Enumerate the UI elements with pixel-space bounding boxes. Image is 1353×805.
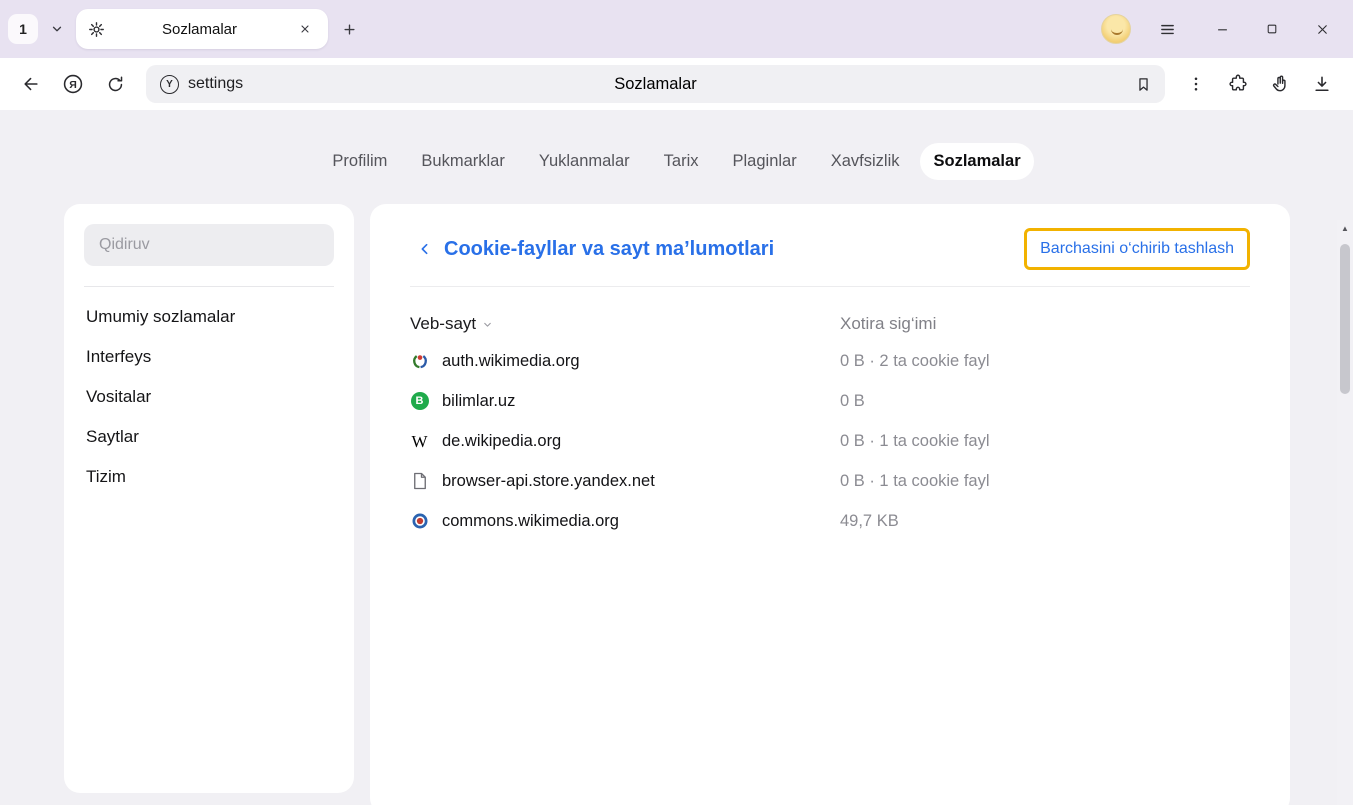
sidebar-item-vositalar[interactable]: Vositalar xyxy=(64,377,354,417)
sidebar-item-interfeys[interactable]: Interfeys xyxy=(64,337,354,377)
scrollbar-track[interactable] xyxy=(1337,236,1353,805)
sidebar-item-umumiy-sozlamalar[interactable]: Umumiy sozlamalar xyxy=(64,297,354,337)
tab-close-icon[interactable] xyxy=(294,18,316,40)
reload-icon[interactable] xyxy=(96,65,134,103)
nav-tab-sozlamalar[interactable]: Sozlamalar xyxy=(920,143,1033,180)
bilimlar-favicon: B xyxy=(410,392,429,411)
site-size: 0 B · 1 ta cookie fayl xyxy=(840,432,990,451)
column-header-size: Xotira sig‘imi xyxy=(840,314,936,334)
tab-group-button[interactable]: 1 xyxy=(8,14,38,44)
site-size: 0 B · 2 ta cookie fayl xyxy=(840,352,990,371)
back-icon[interactable] xyxy=(12,65,50,103)
sidebar-item-saytlar[interactable]: Saytlar xyxy=(64,417,354,457)
maximize-button[interactable] xyxy=(1249,9,1295,49)
new-tab-button[interactable] xyxy=(334,14,364,44)
downloads-icon[interactable] xyxy=(1303,65,1341,103)
settings-page: Profilim Bukmarklar Yuklanmalar Tarix Pl… xyxy=(0,110,1353,805)
cards-row: Umumiy sozlamalar Interfeys Vositalar Sa… xyxy=(0,182,1353,805)
panel-header: Cookie-fayllar va sayt ma’lumotlari Barc… xyxy=(410,228,1250,270)
panel-back-chevron-icon[interactable] xyxy=(410,234,440,264)
sidebar-divider xyxy=(84,286,334,287)
table-row[interactable]: commons.wikimedia.org 49,7 KB xyxy=(410,501,1250,541)
scrollbar[interactable]: ▲ ▼ xyxy=(1337,220,1353,805)
hand-gesture-icon[interactable] xyxy=(1261,65,1299,103)
toolbar: Я Y settings Sozlamalar xyxy=(0,58,1353,110)
site-size: 0 B xyxy=(840,392,865,411)
nav-tab-plaginlar[interactable]: Plaginlar xyxy=(720,143,810,180)
settings-top-nav: Profilim Bukmarklar Yuklanmalar Tarix Pl… xyxy=(0,110,1353,182)
tab-strip: 1 Sozlamalar xyxy=(0,0,1353,58)
column-header-site-label: Veb-sayt xyxy=(410,314,476,334)
site-size: 49,7 KB xyxy=(840,512,899,531)
panel-title: Cookie-fayllar va sayt ma’lumotlari xyxy=(444,238,774,261)
sidebar-item-tizim[interactable]: Tizim xyxy=(64,457,354,497)
extensions-puzzle-icon[interactable] xyxy=(1219,65,1257,103)
nav-tab-tarix[interactable]: Tarix xyxy=(651,143,712,180)
site-name: bilimlar.uz xyxy=(442,392,515,411)
nav-tab-yuklanmalar[interactable]: Yuklanmalar xyxy=(526,143,643,180)
scrollbar-thumb[interactable] xyxy=(1340,244,1350,394)
tab-list-chevron-icon[interactable] xyxy=(44,16,70,42)
site-name: de.wikipedia.org xyxy=(442,432,561,451)
menu-icon[interactable] xyxy=(1149,11,1185,47)
delete-all-button[interactable]: Barchasini o‘chirib tashlash xyxy=(1024,228,1250,270)
close-button[interactable] xyxy=(1299,9,1345,49)
document-icon xyxy=(410,472,429,491)
site-info-chip[interactable]: Y settings xyxy=(160,75,243,94)
nav-tab-xavfsizlik[interactable]: Xavfsizlik xyxy=(818,143,913,180)
address-value: settings xyxy=(188,75,243,93)
profile-avatar[interactable] xyxy=(1101,14,1131,44)
table-row[interactable]: B bilimlar.uz 0 B xyxy=(410,381,1250,421)
panel-divider xyxy=(410,286,1250,287)
table-row[interactable]: auth.wikimedia.org 0 B · 2 ta cookie fay… xyxy=(410,341,1250,381)
more-options-icon[interactable] xyxy=(1177,65,1215,103)
column-header-site[interactable]: Veb-sayt xyxy=(410,314,840,334)
wikimedia-logo-icon xyxy=(410,352,429,371)
table-row[interactable]: W de.wikipedia.org 0 B · 1 ta cookie fay… xyxy=(410,421,1250,461)
yandex-logo-icon[interactable]: Я xyxy=(54,65,92,103)
tab-group-label: 1 xyxy=(19,21,27,37)
nav-tab-profilim[interactable]: Profilim xyxy=(319,143,400,180)
table-row[interactable]: browser-api.store.yandex.net 0 B · 1 ta … xyxy=(410,461,1250,501)
address-bar[interactable]: Y settings Sozlamalar xyxy=(146,65,1165,103)
nav-tab-bukmarklar[interactable]: Bukmarklar xyxy=(408,143,517,180)
site-icon: Y xyxy=(160,75,179,94)
sort-chevron-icon xyxy=(482,319,493,330)
site-size: 0 B · 1 ta cookie fayl xyxy=(840,472,990,491)
gear-icon xyxy=(88,21,105,38)
site-name: auth.wikimedia.org xyxy=(442,352,580,371)
table-header: Veb-sayt Xotira sig‘imi xyxy=(410,307,1250,341)
search-input[interactable] xyxy=(84,224,334,266)
delete-all-label: Barchasini o‘chirib tashlash xyxy=(1040,240,1234,257)
address-page-title: Sozlamalar xyxy=(146,75,1165,94)
scroll-up-icon[interactable]: ▲ xyxy=(1337,220,1353,236)
minimize-button[interactable] xyxy=(1199,9,1245,49)
tab-sozlamalar[interactable]: Sozlamalar xyxy=(76,9,328,49)
wikipedia-w-icon: W xyxy=(410,432,429,451)
tab-title: Sozlamalar xyxy=(113,21,286,38)
site-name: browser-api.store.yandex.net xyxy=(442,472,655,491)
settings-sidebar: Umumiy sozlamalar Interfeys Vositalar Sa… xyxy=(64,204,354,793)
bookmark-icon[interactable] xyxy=(1131,72,1155,96)
titlebar-right-cluster xyxy=(1101,9,1345,49)
svg-text:Я: Я xyxy=(69,79,77,91)
cookies-panel: Cookie-fayllar va sayt ma’lumotlari Barc… xyxy=(370,204,1290,805)
commons-logo-icon xyxy=(410,512,429,531)
site-name: commons.wikimedia.org xyxy=(442,512,619,531)
